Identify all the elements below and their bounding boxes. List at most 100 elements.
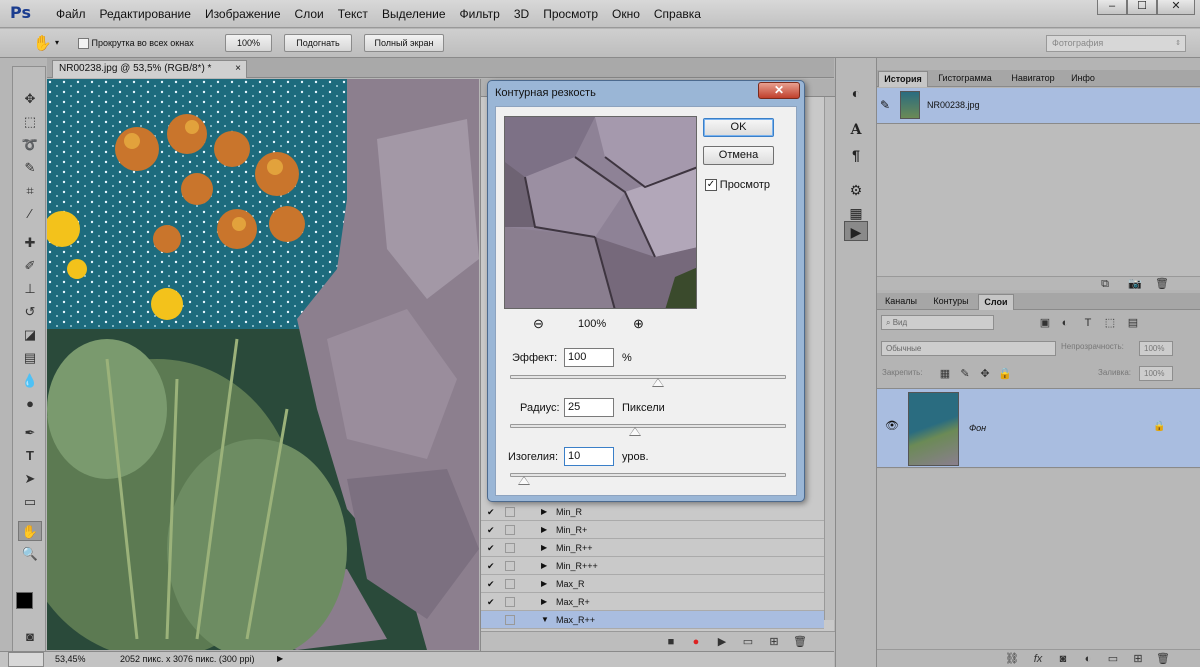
expand-icon[interactable]: ▶ bbox=[541, 557, 547, 575]
new-adjustment-icon[interactable]: ◐ bbox=[1080, 652, 1096, 666]
dialog-close-icon[interactable]: ✕ bbox=[758, 82, 800, 99]
radius-slider-thumb[interactable] bbox=[629, 427, 641, 436]
pen-tool-icon[interactable]: ✒ bbox=[18, 423, 42, 443]
amount-input[interactable]: 100 bbox=[564, 348, 614, 367]
action-row-selected[interactable]: ▼ Max_R++ bbox=[481, 611, 824, 629]
action-dialog-toggle[interactable] bbox=[505, 525, 515, 535]
brush-tool-icon[interactable]: ✐ bbox=[18, 256, 42, 276]
eraser-tool-icon[interactable]: ◪ bbox=[18, 325, 42, 345]
menu-3d[interactable]: 3D bbox=[514, 7, 529, 21]
action-dialog-toggle[interactable] bbox=[505, 543, 515, 553]
filter-shape-icon[interactable]: ⬚ bbox=[1102, 316, 1118, 330]
link-layers-icon[interactable]: ⛓ bbox=[1004, 652, 1020, 666]
layer-filter-select[interactable]: ⌕ Вид bbox=[881, 315, 994, 330]
action-row[interactable]: ✔ ▶ Max_R bbox=[481, 575, 824, 593]
zoom-in-icon[interactable]: ⊕ bbox=[633, 316, 644, 332]
zoom-tool-icon[interactable]: 🔍 bbox=[18, 544, 42, 564]
fit-screen-button[interactable]: Подогнать bbox=[284, 34, 352, 52]
layer-comps-icon[interactable]: ⚙ bbox=[844, 180, 868, 200]
layer-name[interactable]: Фон bbox=[969, 423, 986, 433]
tab-channels[interactable]: Каналы bbox=[878, 294, 924, 310]
expand-icon[interactable]: ▶ bbox=[541, 593, 547, 611]
adjustments-icon[interactable]: ◐ bbox=[844, 83, 868, 103]
record-icon[interactable]: ● bbox=[688, 635, 704, 649]
quick-select-tool-icon[interactable]: ✎ bbox=[18, 158, 42, 178]
image-canvas[interactable] bbox=[47, 79, 479, 650]
new-group-icon[interactable]: ▭ bbox=[1105, 652, 1121, 666]
menu-layers[interactable]: Слои bbox=[295, 7, 324, 21]
fill-screen-button[interactable]: Полный экран bbox=[364, 34, 444, 52]
scroll-all-windows[interactable]: Прокрутка во всех окнах bbox=[78, 38, 194, 50]
delete-state-icon[interactable]: 🗑 bbox=[1154, 277, 1170, 291]
filter-smart-object-icon[interactable]: ▤ bbox=[1125, 316, 1141, 330]
action-row[interactable]: ✔ ▶ Min_R+ bbox=[481, 521, 824, 539]
action-dialog-toggle[interactable] bbox=[505, 507, 515, 517]
scroll-all-checkbox[interactable] bbox=[78, 38, 89, 50]
foreground-color-swatch[interactable] bbox=[16, 592, 33, 609]
threshold-slider[interactable] bbox=[510, 473, 786, 477]
history-snapshot[interactable]: ✎ NR00238.jpg bbox=[877, 88, 1200, 124]
history-brush-source-icon[interactable]: ✎ bbox=[880, 98, 890, 112]
new-layer-icon[interactable]: ⊞ bbox=[1130, 652, 1146, 666]
preview-option[interactable]: ✓ Просмотр bbox=[705, 179, 770, 192]
lock-position-icon[interactable]: ✥ bbox=[977, 367, 993, 381]
action-row[interactable]: ✔ ▶ Min_R+++ bbox=[481, 557, 824, 575]
rectangle-tool-icon[interactable]: ▭ bbox=[18, 492, 42, 512]
new-document-from-state-icon[interactable]: ⧉ bbox=[1097, 277, 1113, 291]
workspace-select[interactable]: Фотография ⇕ bbox=[1046, 35, 1186, 52]
menu-type[interactable]: Текст bbox=[338, 7, 368, 21]
radius-input[interactable]: 25 bbox=[564, 398, 614, 417]
status-menu-icon[interactable]: ▶ bbox=[277, 652, 283, 666]
path-select-tool-icon[interactable]: ➤ bbox=[18, 469, 42, 489]
clone-source-icon[interactable]: ▦ bbox=[844, 203, 868, 223]
amount-slider-thumb[interactable] bbox=[652, 378, 664, 387]
fill-input[interactable]: 100% bbox=[1139, 366, 1173, 381]
crop-tool-icon[interactable]: ⌗ bbox=[18, 181, 42, 201]
action-check-icon[interactable]: ✔ bbox=[487, 575, 495, 593]
clone-stamp-tool-icon[interactable]: ⊥ bbox=[18, 279, 42, 299]
layer-style-icon[interactable]: fx bbox=[1030, 652, 1046, 666]
lock-transparent-icon[interactable]: ▦ bbox=[937, 367, 953, 381]
actions-icon[interactable]: ▶ bbox=[844, 221, 868, 241]
menu-select[interactable]: Выделение bbox=[382, 7, 446, 21]
action-dialog-toggle[interactable] bbox=[505, 597, 515, 607]
menu-file[interactable]: Файл bbox=[56, 7, 86, 21]
hand-tool-active-icon[interactable]: ✋ bbox=[18, 521, 42, 541]
blend-mode-select[interactable]: Обычные bbox=[881, 341, 1056, 356]
new-set-icon[interactable]: ▭ bbox=[740, 635, 756, 649]
move-tool-icon[interactable]: ✥ bbox=[18, 89, 42, 109]
close-tab-icon[interactable]: × bbox=[235, 61, 241, 77]
new-action-icon[interactable]: ⊞ bbox=[766, 635, 782, 649]
character-icon[interactable]: A bbox=[844, 120, 868, 140]
menu-edit[interactable]: Редактирование bbox=[100, 7, 191, 21]
action-row[interactable]: ✔ ▶ Max_R+ bbox=[481, 593, 824, 611]
type-tool-icon[interactable]: T bbox=[18, 446, 42, 466]
action-check-icon[interactable]: ✔ bbox=[487, 539, 495, 557]
menu-help[interactable]: Справка bbox=[654, 7, 701, 21]
close-window-icon[interactable]: ✕ bbox=[1157, 0, 1195, 15]
marquee-tool-icon[interactable]: ⬚ bbox=[18, 112, 42, 132]
dodge-tool-icon[interactable]: ● bbox=[18, 394, 42, 414]
maximize-icon[interactable]: ☐ bbox=[1127, 0, 1157, 15]
action-row[interactable]: ✔ ▶ Min_R++ bbox=[481, 539, 824, 557]
tab-layers[interactable]: Слои bbox=[978, 294, 1014, 310]
collapse-icon[interactable]: ▼ bbox=[541, 611, 549, 629]
action-check-icon[interactable]: ✔ bbox=[487, 503, 495, 521]
filter-pixel-icon[interactable]: ▣ bbox=[1037, 316, 1053, 330]
action-check-icon[interactable]: ✔ bbox=[487, 521, 495, 539]
expand-icon[interactable]: ▶ bbox=[541, 521, 547, 539]
hand-tool-icon[interactable]: ✋ bbox=[33, 34, 52, 52]
action-dialog-toggle[interactable] bbox=[505, 561, 515, 571]
gradient-tool-icon[interactable]: ▤ bbox=[18, 348, 42, 368]
amount-slider[interactable] bbox=[510, 375, 786, 379]
stop-icon[interactable]: ■ bbox=[663, 635, 679, 649]
add-mask-icon[interactable]: ◙ bbox=[1055, 652, 1071, 666]
expand-icon[interactable]: ▶ bbox=[541, 503, 547, 521]
filter-type-icon[interactable]: T bbox=[1080, 316, 1096, 330]
actual-pixels-button[interactable]: 100% bbox=[225, 34, 272, 52]
tool-preset-chevron-icon[interactable]: ▾ bbox=[55, 38, 59, 47]
tab-navigator[interactable]: Навигатор bbox=[1003, 71, 1063, 87]
blur-tool-icon[interactable]: 💧 bbox=[18, 371, 42, 391]
actions-scrollbar[interactable] bbox=[824, 97, 835, 620]
lock-image-icon[interactable]: ✎ bbox=[957, 367, 973, 381]
